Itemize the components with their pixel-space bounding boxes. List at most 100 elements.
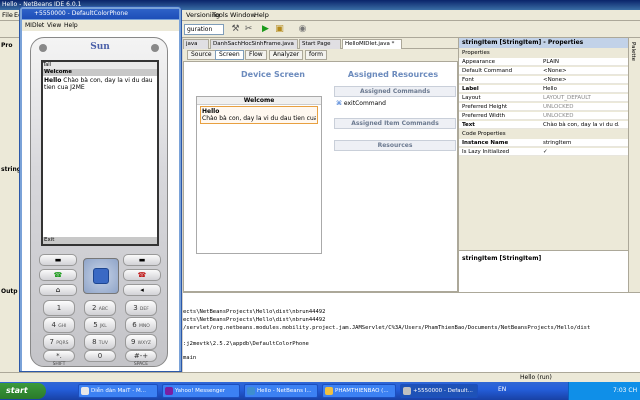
prop-key: Default Command <box>462 68 513 74</box>
end-key[interactable]: ☎ <box>123 269 161 281</box>
build-icon[interactable]: ✂ <box>243 24 254 35</box>
menu-help[interactable]: Help <box>64 20 78 31</box>
task-yahoo[interactable]: Yahoo! Messenger <box>162 384 240 398</box>
key-1[interactable]: 1 <box>43 300 75 316</box>
prop-value: PLAIN <box>543 59 560 65</box>
taskbar: start Diễn đàn MaiT - M... Yahoo! Messen… <box>0 382 640 400</box>
prop-default-command[interactable]: Default Command <None> <box>459 67 629 75</box>
clean-build-icon[interactable]: ⚒ <box>230 24 241 35</box>
exit-command-item[interactable]: ⌘ exitCommand <box>336 99 454 109</box>
clock[interactable]: 7:03 CH <box>613 387 637 394</box>
prop-lazy-initialized[interactable]: Is Lazy Initialized ✓ <box>459 148 629 156</box>
key-star[interactable]: *. <box>43 350 75 362</box>
task-label: Yahoo! Messenger <box>175 388 226 394</box>
task-folder[interactable]: PHAMTHIENBAO (... <box>322 384 396 398</box>
phone-device: Sun Tall Welcome Hello Chào bà con, day … <box>30 37 168 367</box>
clear-key[interactable]: ◂ <box>123 284 161 296</box>
key-5[interactable]: 5 JKL <box>84 317 116 333</box>
tab-flow[interactable]: Flow <box>245 50 267 60</box>
lcd-status-bar: Tall <box>43 62 157 69</box>
select-key[interactable] <box>93 268 109 284</box>
form-selector[interactable]: form <box>305 50 327 60</box>
prop-value: UNLOCKED <box>543 104 574 110</box>
prop-font[interactable]: Font <None> <box>459 76 629 84</box>
menu-help[interactable]: Help <box>254 11 269 19</box>
prop-text[interactable]: Text Chào bà con, day la vi du d... <box>459 121 629 129</box>
prop-key: Preferred Width <box>462 113 505 119</box>
screen-form-title: Welcome <box>197 97 321 105</box>
start-button[interactable]: start <box>0 383 46 399</box>
soft-right-key[interactable]: ▬ <box>123 254 161 266</box>
soft-left-key[interactable]: ▬ <box>39 254 77 266</box>
resources-section[interactable]: Resources <box>334 140 456 151</box>
assigned-item-commands-section[interactable]: Assigned Item Commands <box>334 118 456 129</box>
lcd-content: Hello Chào bà con, day la vi du dau tien… <box>44 77 156 91</box>
string-item-preview[interactable]: Hello Chào bà con, day la vi du dau tien… <box>200 106 318 124</box>
tab-analyzer[interactable]: Analyzer <box>269 50 304 60</box>
lcd-title: Welcome <box>43 69 157 76</box>
status-bar: Hello (run) <box>0 372 640 382</box>
projects-panel-label[interactable]: Pro <box>1 42 12 49</box>
menu-file[interactable]: File <box>2 11 13 19</box>
prop-label[interactable]: Label Hello <box>459 85 629 93</box>
call-key[interactable]: ☎ <box>39 269 77 281</box>
menu-midlet[interactable]: MIDlet <box>25 20 44 31</box>
home-key[interactable]: ⌂ <box>39 284 77 296</box>
tab-hellomidlet[interactable]: HelloMIDlet.java * <box>342 39 402 49</box>
key-6[interactable]: 6 MNO <box>125 317 157 333</box>
menu-window[interactable]: Window <box>230 11 256 19</box>
task-forum[interactable]: Diễn đàn MaiT - M... <box>78 384 158 398</box>
shift-label: SHIFT <box>52 362 66 367</box>
key-label: 3 <box>133 304 138 312</box>
menu-view[interactable]: View <box>47 20 61 31</box>
tab-java[interactable]: java <box>183 39 209 49</box>
prop-preferred-height[interactable]: Preferred Height UNLOCKED <box>459 103 629 111</box>
profile-icon[interactable]: ◉ <box>297 24 308 35</box>
debug-icon[interactable]: ▣ <box>274 24 285 35</box>
key-label: 6 <box>132 321 137 329</box>
properties-group[interactable]: Properties <box>459 49 629 57</box>
navigation-pad[interactable] <box>83 258 119 294</box>
assigned-commands-section[interactable]: Assigned Commands <box>334 86 456 97</box>
task-netbeans[interactable]: Hello - NetBeans I... <box>244 384 318 398</box>
tab-source[interactable]: Source <box>187 50 216 60</box>
run-icon[interactable]: ▶ <box>260 24 271 35</box>
configuration-combo[interactable]: guration <box>184 24 224 35</box>
output-line: ects\NetBeansProjects\Hello\dist\nbrun44… <box>183 317 326 323</box>
prop-preferred-width[interactable]: Preferred Width UNLOCKED <box>459 112 629 120</box>
power-icon[interactable] <box>151 44 159 52</box>
properties-panel: stringItem [StringItem] - Properties Pro… <box>458 38 629 292</box>
properties-title: stringItem [StringItem] - Properties <box>459 38 629 48</box>
key-4[interactable]: 4 GHI <box>43 317 75 333</box>
folder-icon <box>325 387 333 395</box>
task-label: Hello - NetBeans I... <box>257 388 312 394</box>
lcd-label: Hello <box>44 77 62 84</box>
tab-start-page[interactable]: Start Page <box>299 39 341 49</box>
key-0[interactable]: 0 <box>84 350 116 362</box>
key-7[interactable]: 7 PQRS <box>43 334 75 350</box>
menu-tools[interactable]: Tools <box>212 11 228 19</box>
key-label: 8 <box>92 338 97 346</box>
phone-icon <box>403 387 411 395</box>
prop-value: stringItem <box>543 140 572 146</box>
output-panel-label[interactable]: Outp <box>1 288 18 295</box>
prop-appearance[interactable]: Appearance PLAIN <box>459 58 629 66</box>
key-hash[interactable]: #-+ <box>125 350 157 362</box>
key-label: 1 <box>56 304 62 312</box>
prop-instance-name[interactable]: Instance Name stringItem <box>459 139 629 147</box>
prop-layout[interactable]: Layout LAYOUT_DEFAULT <box>459 94 629 102</box>
key-9[interactable]: 9 WXYZ <box>125 334 157 350</box>
code-properties-group[interactable]: Code Properties <box>459 130 629 138</box>
emulator-body: Sun Tall Welcome Hello Chào bà con, day … <box>22 31 179 371</box>
key-letters: PQRS <box>56 341 69 346</box>
task-emulator[interactable]: +5550000 - Default... <box>400 384 478 398</box>
key-8[interactable]: 8 TUV <box>84 334 116 350</box>
string-item-text: Chào bà con, day la vi du dau tien cua J… <box>202 115 316 122</box>
tab-screen[interactable]: Screen <box>215 50 244 60</box>
key-2[interactable]: 2 ABC <box>84 300 116 316</box>
key-3[interactable]: 3 DEF <box>125 300 157 316</box>
output-line: :j2mevtk\2.5.2\appdb\DefaultColorPhone <box>183 341 309 347</box>
prop-key: Text <box>462 122 475 128</box>
tab-danhsach[interactable]: DanhSachHocSinhFrame.java <box>210 39 298 49</box>
language-indicator[interactable]: EN <box>498 386 506 393</box>
